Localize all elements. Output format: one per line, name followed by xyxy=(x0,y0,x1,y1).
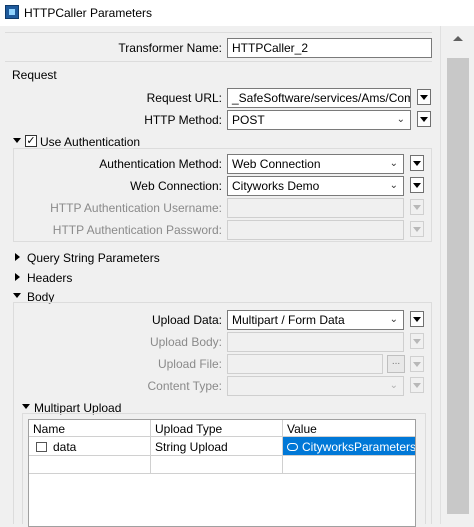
auth-password-input xyxy=(227,220,404,240)
scroll-up-icon[interactable] xyxy=(453,36,463,41)
vertical-scrollbar[interactable] xyxy=(440,26,474,524)
table-cell-empty[interactable] xyxy=(29,456,151,474)
title-bar: HTTPCaller Parameters xyxy=(0,0,474,26)
window-title: HTTPCaller Parameters xyxy=(24,6,153,20)
auth-method-value: Web Connection xyxy=(232,157,321,171)
auth-username-label: HTTP Authentication Username: xyxy=(50,201,222,215)
content-type-select: ⌄ xyxy=(227,376,404,396)
auth-username-input xyxy=(227,198,404,218)
upload-file-label: Upload File: xyxy=(157,357,222,371)
upload-body-input xyxy=(227,332,404,352)
column-header-upload-type[interactable]: Upload Type xyxy=(151,420,283,437)
request-url-menu-button[interactable] xyxy=(417,89,431,105)
document-icon xyxy=(36,442,47,452)
upload-data-select[interactable]: Multipart / Form Data ⌄ xyxy=(227,310,404,330)
chevron-down-icon: ⌄ xyxy=(389,180,398,191)
content-type-menu-button xyxy=(410,377,424,393)
auth-password-menu-button xyxy=(410,221,424,237)
row-name-text: data xyxy=(53,440,77,454)
table-cell-upload-type[interactable]: String Upload xyxy=(151,437,283,456)
query-params-section-label[interactable]: Query String Parameters xyxy=(27,251,160,265)
table-cell-empty[interactable] xyxy=(283,456,415,474)
headers-section-label[interactable]: Headers xyxy=(27,271,72,285)
body-collapse-icon[interactable] xyxy=(13,293,21,298)
content-type-label: Content Type: xyxy=(147,379,223,393)
browse-button: ... xyxy=(387,355,405,373)
table-cell-empty[interactable] xyxy=(151,456,283,474)
upload-data-menu-button[interactable] xyxy=(410,311,424,327)
chevron-down-icon: ⌄ xyxy=(389,158,398,169)
http-method-value: POST xyxy=(232,113,265,127)
web-connection-menu-button[interactable] xyxy=(410,177,424,193)
request-url-input[interactable]: _SafeSoftware/services/Ams/Comment/Add xyxy=(227,88,411,108)
chevron-down-icon: ⌄ xyxy=(389,314,398,325)
chevron-down-icon: ⌄ xyxy=(389,380,398,391)
auth-method-select[interactable]: Web Connection ⌄ xyxy=(227,154,404,174)
upload-file-input xyxy=(227,354,383,374)
parameters-panel: Transformer Name: HTTPCaller_2 Request R… xyxy=(0,26,440,527)
column-header-value[interactable]: Value xyxy=(283,420,415,437)
table-cell-value[interactable]: CityworksParameters2 xyxy=(283,437,415,456)
request-url-label: Request URL: xyxy=(146,91,222,105)
transformer-name-label: Transformer Name: xyxy=(118,41,222,55)
headers-expand-icon[interactable] xyxy=(15,273,20,281)
multipart-collapse-icon[interactable] xyxy=(22,404,30,409)
use-authentication-label: Use Authentication xyxy=(40,135,141,149)
upload-body-label: Upload Body: xyxy=(149,335,222,349)
upload-data-label: Upload Data: xyxy=(151,313,222,327)
row-value-text: CityworksParameters2 xyxy=(302,440,415,454)
app-icon xyxy=(5,5,19,19)
parameter-link-icon xyxy=(287,443,298,451)
web-connection-select[interactable]: Cityworks Demo ⌄ xyxy=(227,176,404,196)
chevron-down-icon: ⌄ xyxy=(396,114,405,125)
auth-collapse-icon[interactable] xyxy=(13,138,21,143)
auth-username-menu-button xyxy=(410,199,424,215)
http-method-label: HTTP Method: xyxy=(144,113,222,127)
web-connection-label: Web Connection: xyxy=(130,179,222,193)
transformer-name-input[interactable]: HTTPCaller_2 xyxy=(227,38,432,58)
upload-body-menu-button xyxy=(410,333,424,349)
table-cell-name[interactable]: data xyxy=(29,437,151,456)
scroll-thumb[interactable] xyxy=(447,58,469,514)
http-method-menu-button[interactable] xyxy=(417,111,431,127)
query-params-expand-icon[interactable] xyxy=(15,253,20,261)
web-connection-value: Cityworks Demo xyxy=(232,179,320,193)
use-authentication-checkbox[interactable]: ✓ xyxy=(25,135,37,147)
upload-file-menu-button xyxy=(410,356,424,372)
auth-password-label: HTTP Authentication Password: xyxy=(52,223,222,237)
upload-data-value: Multipart / Form Data xyxy=(232,313,345,327)
request-section-label: Request xyxy=(12,68,57,82)
auth-method-label: Authentication Method: xyxy=(99,157,222,171)
http-method-select[interactable]: POST ⌄ xyxy=(227,110,411,130)
multipart-table: Name Upload Type Value data String Uploa… xyxy=(28,419,416,527)
auth-method-menu-button[interactable] xyxy=(410,155,424,171)
column-header-name[interactable]: Name xyxy=(29,420,151,437)
